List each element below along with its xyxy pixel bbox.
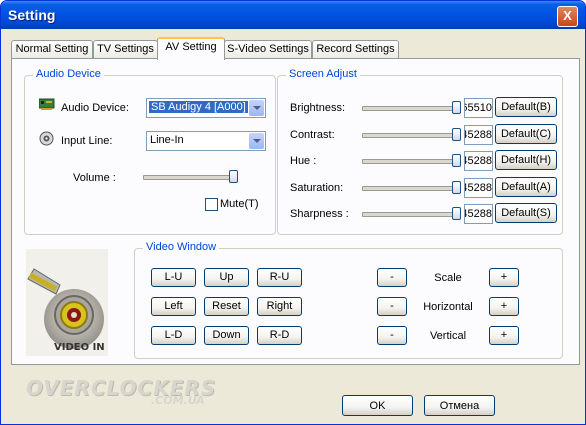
mute-label: Mute(T) [220,198,259,210]
scale-plus-button[interactable]: + [489,268,519,287]
settings-dialog: Setting X Normal Setting TV Settings AV … [0,0,586,425]
scale-minus-button[interactable]: - [377,268,407,287]
av-setting-panel: Audio Device Audio Device: SB Audigy 4 [… [11,58,580,365]
screen-adjust-slider-thumb[interactable] [452,101,461,114]
volume-slider-track[interactable] [143,175,237,180]
ok-button[interactable]: OK [342,395,413,416]
screen-adjust-slider-track[interactable] [362,159,459,164]
tab-normal-setting[interactable]: Normal Setting [11,40,93,58]
screen-adjust-label: Contrast: [290,129,335,141]
video-window-group: Video Window L-U Up R-U Left Reset Right L-D Do… [134,241,563,359]
defaults-button[interactable]: Default(S) [495,203,557,223]
screen-adjust-slider-track[interactable] [362,106,459,111]
input-line-label: Input Line: [61,135,113,147]
nav-button-right[interactable]: Right [257,297,302,316]
horizontal-plus-button[interactable]: + [489,297,519,316]
input-line-icon [39,131,54,146]
tab-tv-settings[interactable]: TV Settings [93,40,158,58]
scale-label: Scale [434,272,462,284]
defaultc-button[interactable]: Default(C) [495,124,557,144]
audio-device-select[interactable]: SB Audigy 4 [A000] [146,98,266,118]
nav-button-left[interactable]: Left [151,297,196,316]
volume-label: Volume : [73,172,116,184]
screen-adjust-slider-track[interactable] [362,133,459,138]
tab-av-setting[interactable]: AV Setting [157,37,225,60]
audio-device-label: Audio Device: [61,102,129,114]
screen-adjust-slider-track[interactable] [362,212,459,217]
horizontal-label: Horizontal [423,301,473,313]
screen-adjust-group: Screen Adjust Brightness: 65510 Default(… [277,68,563,235]
horizontal-minus-button[interactable]: - [377,297,407,316]
video-thumbnail: VIDEO IN [26,249,108,356]
watermark-domain: .COM.UA [151,394,205,407]
audio-device-group: Audio Device Audio Device: SB Audigy 4 [… [24,68,276,235]
mute-checkbox[interactable] [205,198,218,211]
audio-device-group-title: Audio Device [33,68,104,80]
tab-s-video-settings[interactable]: S-Video Settings [224,40,312,58]
nav-button-r-u[interactable]: R-U [257,268,302,287]
nav-button-up[interactable]: Up [204,268,249,287]
defaulth-button[interactable]: Default(H) [495,150,557,170]
nav-button-down[interactable]: Down [204,326,249,345]
chevron-down-icon[interactable] [249,133,264,149]
screen-adjust-value[interactable]: 45288 [464,125,493,145]
close-button[interactable]: X [557,6,578,27]
chevron-down-icon[interactable] [249,100,264,116]
nav-button-l-d[interactable]: L-D [151,326,196,345]
nav-button-r-d[interactable]: R-D [257,326,302,345]
vertical-label: Vertical [429,330,467,342]
screen-adjust-group-title: Screen Adjust [286,68,360,80]
screen-adjust-value[interactable]: 45288 [464,204,493,224]
window-title: Setting [8,7,56,23]
input-line-select[interactable]: Line-In [146,131,266,151]
volume-slider-thumb[interactable] [229,170,238,183]
screen-adjust-label: Hue : [290,155,317,167]
screen-adjust-slider-thumb[interactable] [452,181,461,194]
screen-adjust-slider-track[interactable] [362,186,459,191]
screen-adjust-value[interactable]: 45288 [464,178,493,198]
nav-button-l-u[interactable]: L-U [151,268,196,287]
cancel-button[interactable]: Отмена [424,395,495,416]
sound-card-icon [38,98,55,110]
vertical-minus-button[interactable]: - [377,326,407,345]
screen-adjust-label: Saturation: [290,182,344,194]
nav-button-reset[interactable]: Reset [204,297,249,316]
defaultb-button[interactable]: Default(B) [495,97,557,117]
screen-adjust-slider-thumb[interactable] [452,154,461,167]
screen-adjust-slider-thumb[interactable] [452,207,461,220]
screen-adjust-slider-thumb[interactable] [452,128,461,141]
video-window-group-title: Video Window [143,241,220,253]
screen-adjust-label: Sharpness : [290,208,349,220]
title-bar[interactable]: Setting X [1,1,585,29]
thumbnail-caption: VIDEO IN [54,342,105,353]
screen-adjust-value[interactable]: 45288 [464,151,493,171]
defaulta-button[interactable]: Default(A) [495,177,557,197]
tab-record-settings[interactable]: Record Settings [312,40,399,58]
vertical-plus-button[interactable]: + [489,326,519,345]
screen-adjust-label: Brightness: [290,102,346,114]
screen-adjust-value[interactable]: 65510 [464,98,493,118]
